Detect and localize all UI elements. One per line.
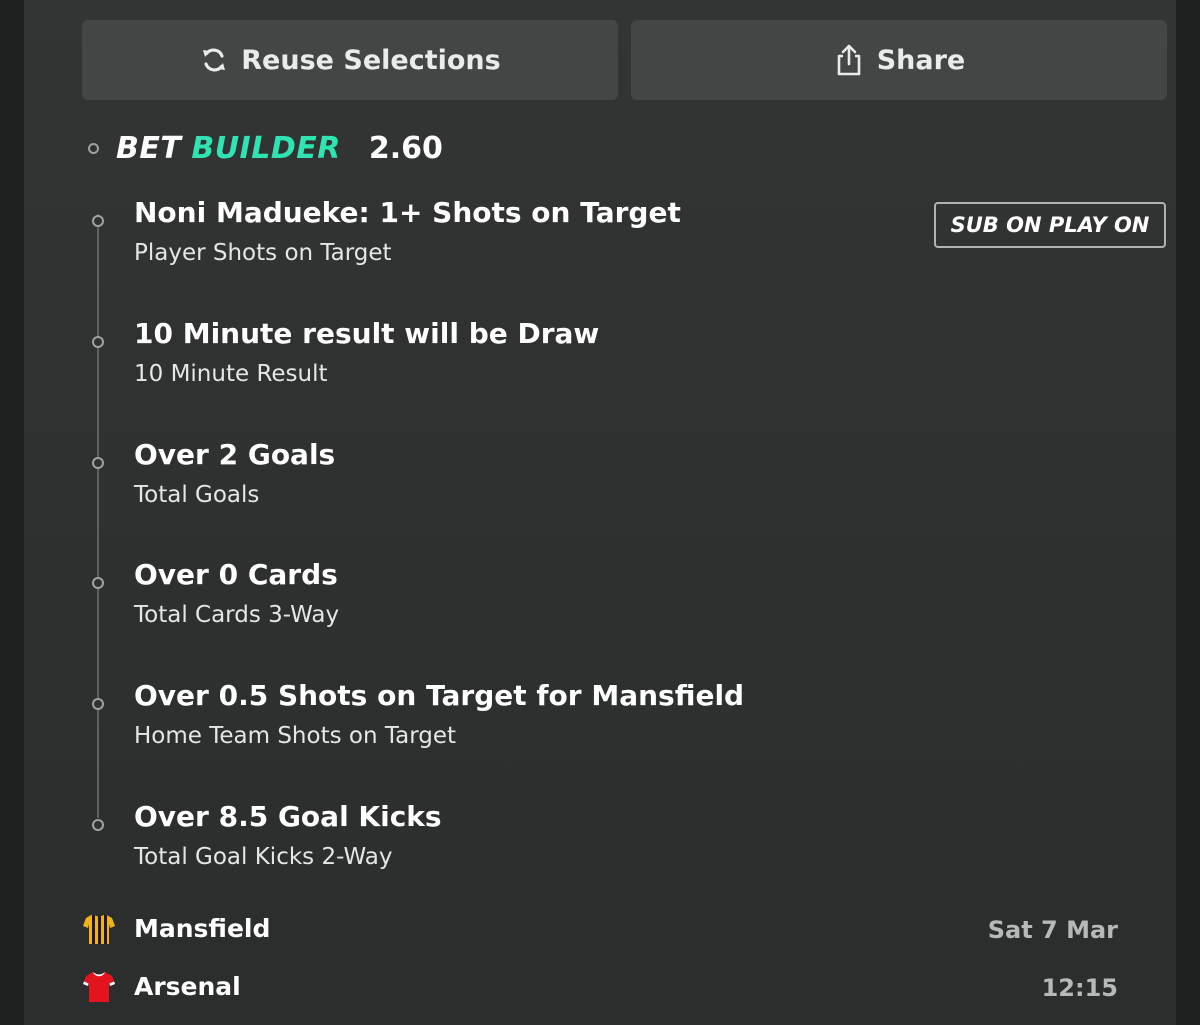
leg-title: Noni Madueke: 1+ Shots on Target	[134, 196, 681, 229]
leg-market: Home Team Shots on Target	[134, 723, 457, 749]
leg-item: Over 8.5 Goal Kicks Total Goal Kicks 2-W…	[24, 800, 1176, 920]
bet-builder-label-builder: BUILDER	[191, 130, 341, 166]
share-icon	[833, 43, 865, 77]
leg-title: Over 8.5 Goal Kicks	[134, 800, 442, 833]
amber-striped-shirt-icon	[82, 912, 116, 946]
leg-title: Over 0 Cards	[134, 558, 338, 591]
timeline-node-icon	[88, 142, 99, 154]
leg-item: Over 0.5 Shots on Target for Mansfield H…	[24, 679, 1176, 799]
bet-builder-label-bet: BET	[116, 130, 182, 166]
share-button[interactable]: Share	[631, 20, 1167, 100]
reuse-selections-button[interactable]: Reuse Selections	[82, 20, 618, 100]
match-date: Sat 7 Mar	[987, 916, 1118, 944]
reuse-selections-label: Reuse Selections	[241, 44, 501, 76]
red-shirt-icon	[82, 970, 116, 1004]
leg-title: Over 2 Goals	[134, 438, 336, 471]
share-label: Share	[876, 44, 966, 76]
leg-title: 10 Minute result will be Draw	[134, 317, 600, 350]
leg-item: 10 Minute result will be Draw 10 Minute …	[24, 317, 1176, 437]
leg-item: Over 2 Goals Total Goals	[24, 438, 1176, 558]
bet-builder-odds: 2.60	[368, 130, 443, 166]
timeline-node-icon	[92, 819, 104, 831]
leg-market: 10 Minute Result	[134, 361, 328, 387]
refresh-icon	[199, 45, 229, 75]
leg-market: Player Shots on Target	[134, 240, 392, 266]
timeline-node-icon	[92, 336, 104, 348]
leg-market: Total Goals	[134, 482, 260, 508]
leg-item: Over 0 Cards Total Cards 3-Way	[24, 558, 1176, 678]
leg-market: Total Cards 3-Way	[134, 602, 340, 628]
home-team-row: Mansfield Sat 7 Mar	[24, 912, 1176, 952]
timeline-node-icon	[92, 698, 104, 710]
home-team-name: Mansfield	[134, 914, 271, 943]
leg-title: Over 0.5 Shots on Target for Mansfield	[134, 679, 745, 712]
timeline-node-icon	[92, 577, 104, 589]
sub-on-play-on-badge: SUB ON PLAY ON	[934, 202, 1166, 248]
leg-market: Total Goal Kicks 2-Way	[134, 844, 393, 870]
timeline-node-icon	[92, 457, 104, 469]
timeline-node-icon	[92, 215, 104, 227]
away-team-row: Arsenal 12:15	[24, 970, 1176, 1010]
away-team-name: Arsenal	[134, 972, 241, 1001]
bet-card: Reuse Selections Share BET BUILDER 2.60 …	[24, 0, 1176, 1025]
bet-builder-header: BET BUILDER 2.60	[88, 128, 443, 168]
match-time: 12:15	[1041, 974, 1118, 1002]
